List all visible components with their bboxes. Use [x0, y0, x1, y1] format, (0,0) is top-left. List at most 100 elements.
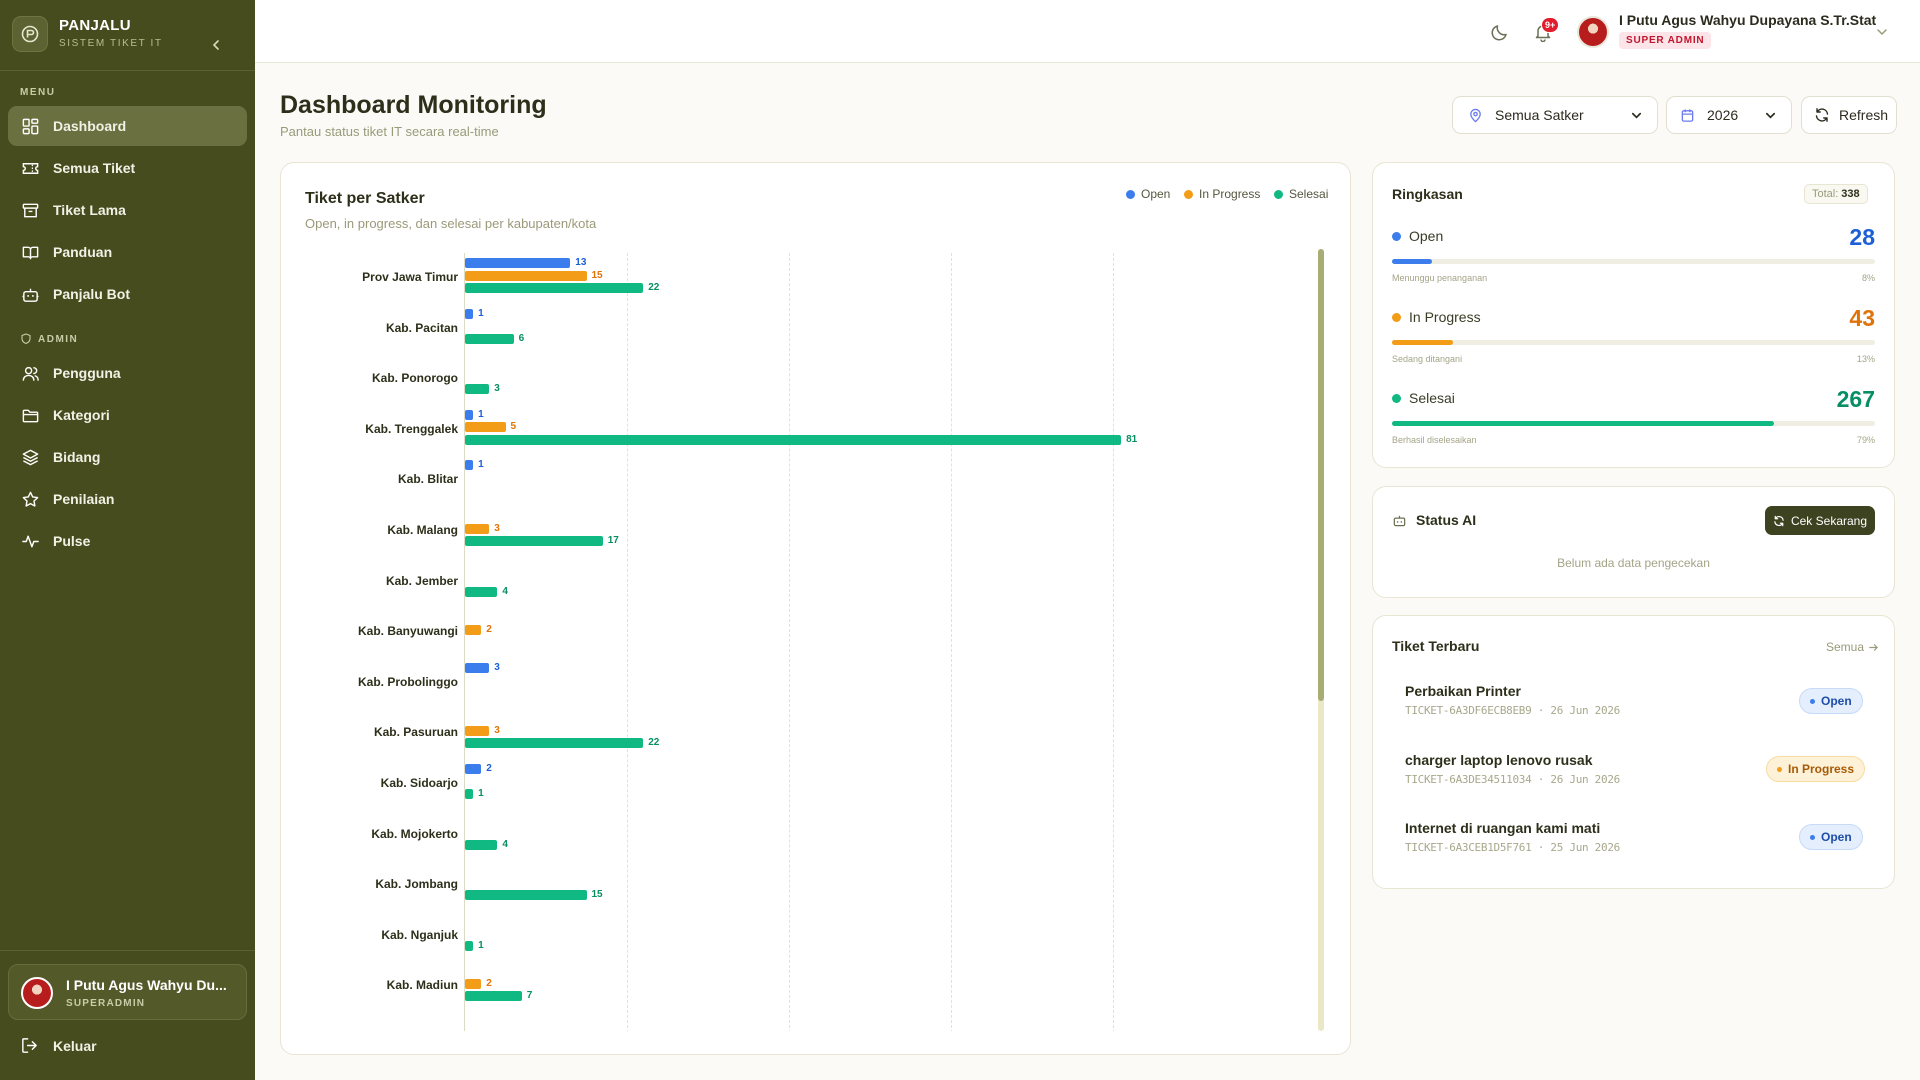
- refresh-button[interactable]: Refresh: [1801, 96, 1897, 134]
- sidebar-item-panjalu-bot[interactable]: Panjalu Bot: [8, 274, 247, 314]
- bar-open[interactable]: [465, 308, 474, 319]
- sidebar-item-panduan[interactable]: Panduan: [8, 232, 247, 272]
- sidebar-item-label: Dashboard: [53, 118, 127, 134]
- y-axis-line: [464, 253, 465, 1031]
- ai-status-title: Status AI: [1416, 512, 1477, 528]
- sidebar-item-pulse[interactable]: Pulse: [8, 521, 247, 561]
- bar-in-progress[interactable]: [465, 725, 490, 736]
- sidebar-item-penilaian[interactable]: Penilaian: [8, 479, 247, 519]
- page-subtitle: Pantau status tiket IT secara real-time: [280, 124, 499, 139]
- sidebar-item-kategori[interactable]: Kategori: [8, 395, 247, 435]
- brand: PANJALU SISTEM TIKET IT: [12, 14, 243, 56]
- stat-open-value: 28: [1849, 224, 1875, 250]
- data-label: 4: [502, 585, 508, 597]
- stat-progress-label: In Progress: [1392, 309, 1481, 325]
- sidebar-item-label: Tiket Lama: [53, 202, 126, 218]
- bar-open[interactable]: [465, 409, 474, 420]
- data-label: 15: [591, 269, 603, 281]
- gridline: [951, 253, 952, 1031]
- year-select[interactable]: 2026: [1666, 96, 1792, 134]
- logo-icon: [12, 16, 48, 52]
- topbar: 9+ I Putu Agus Wahyu Dupayana S.Tr.Stat …: [255, 0, 1920, 63]
- check-now-button[interactable]: Cek Sekarang: [1765, 506, 1875, 535]
- chart-title: Tiket per Satker: [305, 190, 425, 207]
- sidebar-item-dashboard[interactable]: Dashboard: [8, 106, 247, 146]
- status-badge-label: Open: [1821, 694, 1852, 708]
- bar-selesai[interactable]: [465, 586, 498, 597]
- bar-open[interactable]: [465, 764, 482, 774]
- data-label: 22: [648, 282, 660, 293]
- bar-in-progress[interactable]: [465, 978, 482, 989]
- status-badge-label: In Progress: [1788, 762, 1855, 776]
- bot-icon: [1393, 515, 1406, 526]
- admin-section-label: ADMIN: [20, 333, 78, 345]
- bar-selesai[interactable]: [465, 940, 474, 951]
- bar-selesai[interactable]: [465, 991, 522, 1002]
- category-label: Kab. Malang: [387, 523, 458, 537]
- sidebar-item-label: Panjalu Bot: [53, 286, 131, 302]
- avatar[interactable]: [1577, 16, 1609, 48]
- category-label: Prov Jawa Timur: [362, 270, 458, 284]
- activity-icon: [22, 535, 39, 547]
- collapse-sidebar-icon[interactable]: [209, 38, 223, 52]
- sidebar-user-card[interactable]: I Putu Agus Wahyu Du... SUPERADMIN: [8, 964, 247, 1020]
- category-label: Kab. Jombang: [375, 877, 458, 892]
- stat-selesai-progress: [1392, 421, 1875, 426]
- topbar-user-name[interactable]: I Putu Agus Wahyu Dupayana S.Tr.Stat: [1619, 12, 1876, 28]
- stat-label-text: Selesai: [1409, 390, 1455, 406]
- bar-open[interactable]: [465, 258, 571, 268]
- legend-dot: [1184, 189, 1193, 199]
- data-label: 2: [486, 977, 492, 989]
- moon-icon[interactable]: [1490, 22, 1510, 42]
- brand-name: PANJALU: [59, 17, 131, 34]
- bar-selesai[interactable]: [465, 789, 474, 799]
- admin-label-text: ADMIN: [38, 333, 79, 345]
- bar-selesai[interactable]: [465, 839, 498, 850]
- chevron-down-icon: [1631, 112, 1642, 119]
- status-badge-label: Open: [1821, 830, 1852, 844]
- sidebar-item-tiket-lama[interactable]: Tiket Lama: [8, 190, 247, 230]
- bar-in-progress[interactable]: [465, 624, 482, 635]
- bar-selesai[interactable]: [465, 283, 644, 293]
- bar-selesai[interactable]: [465, 738, 644, 749]
- category-label: Kab. Jember: [385, 573, 458, 588]
- category-label: Kab. Trenggalek: [365, 421, 458, 436]
- stat-selesai-value: 267: [1836, 386, 1875, 412]
- bar-open[interactable]: [465, 460, 474, 471]
- category-label: Kab. Pasuruan: [373, 725, 458, 740]
- sidebar-item-semua-tiket[interactable]: Semua Tiket: [8, 148, 247, 188]
- legend-label: Selesai: [1289, 187, 1329, 201]
- chevron-down-icon[interactable]: [1875, 25, 1889, 39]
- see-all-link[interactable]: Semua: [1826, 640, 1879, 654]
- sidebar-user-name: I Putu Agus Wahyu Du...: [66, 977, 227, 993]
- stat-progress-note: Sedang ditangani: [1392, 354, 1463, 364]
- sidebar-user-role: SUPERADMIN: [66, 998, 146, 1009]
- satker-select[interactable]: Semua Satker: [1452, 96, 1658, 134]
- stat-open-note: Menunggu penanganan: [1392, 273, 1488, 283]
- total-label: Total:: [1812, 188, 1839, 200]
- logout-button[interactable]: Keluar: [20, 1036, 97, 1055]
- category-label: Kab. Pacitan: [385, 320, 458, 335]
- bar-in-progress[interactable]: [465, 270, 587, 281]
- bar-selesai[interactable]: [465, 536, 603, 546]
- bar-selesai[interactable]: [465, 434, 1122, 445]
- avatar: [21, 977, 53, 1009]
- bar-selesai[interactable]: [465, 333, 514, 344]
- bar-open[interactable]: [465, 662, 490, 673]
- status-badge: In Progress: [1766, 756, 1866, 782]
- sidebar-item-bidang[interactable]: Bidang: [8, 437, 247, 477]
- legend-selesai: Selesai: [1274, 187, 1328, 201]
- bar-selesai[interactable]: [465, 384, 490, 395]
- bar-selesai[interactable]: [465, 890, 587, 901]
- chart-scrollbar-thumb[interactable]: [1318, 249, 1324, 701]
- page-title: Dashboard Monitoring: [280, 91, 547, 119]
- bar-in-progress[interactable]: [465, 422, 506, 433]
- ticket-title: Internet di ruangan kami mati: [1405, 820, 1601, 836]
- sidebar-item-pengguna[interactable]: Pengguna: [8, 353, 247, 393]
- data-label: 81: [1126, 433, 1138, 445]
- stat-selesai-label: Selesai: [1392, 390, 1455, 406]
- sidebar-item-label: Panduan: [53, 244, 113, 260]
- bar-in-progress[interactable]: [465, 523, 490, 534]
- divider: [0, 70, 255, 71]
- ticket-meta: TICKET-6A3CEB1D5F761 · 25 Jun 2026: [1405, 841, 1620, 854]
